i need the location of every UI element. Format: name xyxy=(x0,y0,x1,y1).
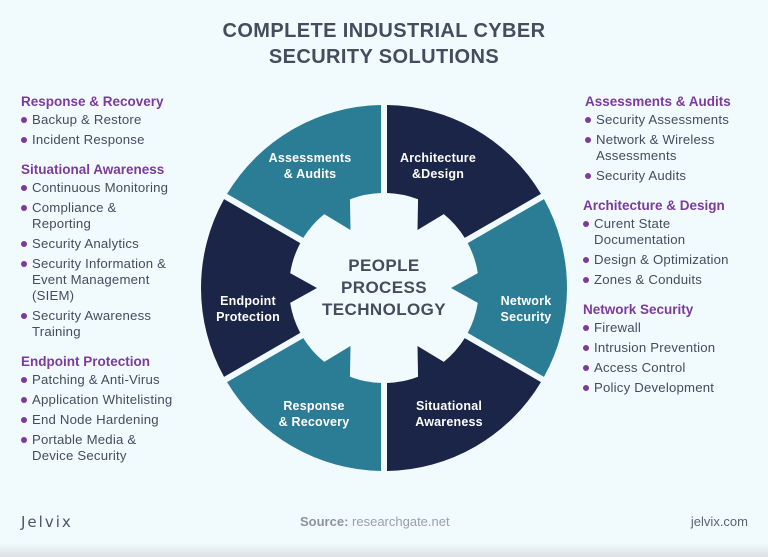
segment-label-line: Situational xyxy=(415,399,483,413)
segment-label-line: Network xyxy=(500,294,552,308)
wheel-center-text: PEOPLE PROCESS TECHNOLOGY xyxy=(322,255,446,321)
segment-label-line: Security xyxy=(500,310,552,324)
wheel-segment-label: Assessments & Audits xyxy=(250,150,370,182)
segment-label-line: & Recovery xyxy=(278,415,350,429)
segment-label-line: &Design xyxy=(411,167,465,181)
segment-label-line: Endpoint xyxy=(220,294,276,308)
source-value: researchgate.net xyxy=(352,514,450,529)
site-link[interactable]: jelvix.com xyxy=(691,514,748,529)
source-label: Source: xyxy=(300,514,349,529)
jelvix-logo: Jelvix xyxy=(21,513,73,531)
bottom-shade xyxy=(0,543,768,557)
segment-label-line: Response xyxy=(283,399,345,413)
source-credit: Source: researchgate.net xyxy=(300,514,450,529)
segment-label-line: Assessments xyxy=(268,151,352,165)
segment-label-line: & Audits xyxy=(283,167,337,181)
wheel-segment-label: Response & Recovery xyxy=(254,398,374,430)
segment-label-line: Architecture xyxy=(399,151,477,165)
segment-label-line: Awareness xyxy=(415,415,483,429)
segment-label-line: Protection xyxy=(216,310,280,324)
center-line-process: PROCESS xyxy=(341,278,427,297)
wheel-segment-label: Architecture &Design xyxy=(378,150,498,182)
center-line-people: PEOPLE xyxy=(348,256,420,275)
wheel-segment-label: Endpoint Protection xyxy=(188,293,308,325)
wheel-segment-label: Network Security xyxy=(466,293,586,325)
wheel-segment-label: Situational Awareness xyxy=(389,398,509,430)
center-line-technology: TECHNOLOGY xyxy=(322,300,446,319)
